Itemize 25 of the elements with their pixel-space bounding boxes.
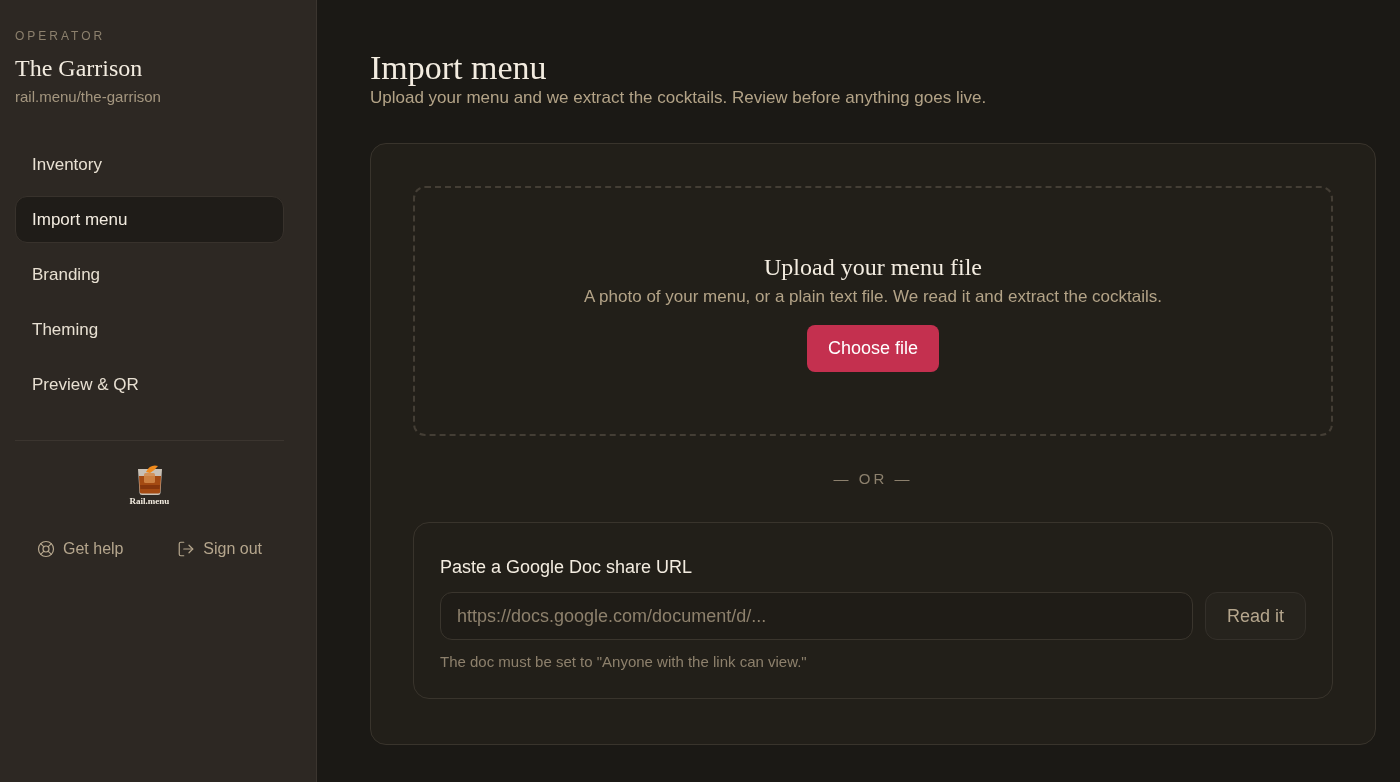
get-help-link[interactable]: Get help bbox=[37, 537, 124, 561]
page-subtitle: Upload your menu and we extract the cocktails. Review before anything goes live. bbox=[370, 87, 988, 109]
nav-item[interactable]: Import menu bbox=[15, 196, 284, 243]
upload-title: Upload your menu file bbox=[764, 252, 982, 282]
logo-wordmark: Rail.menu bbox=[129, 495, 170, 507]
sign-out-link[interactable]: Sign out bbox=[177, 537, 262, 561]
sidebar-eyebrow: OPERATOR bbox=[15, 28, 107, 44]
upload-dropzone[interactable]: Upload your menu file A photo of your menu, or a plain text file. We read it and extract the cocktails. Choose file bbox=[413, 186, 1333, 436]
url-input-field[interactable]: https://docs.google.com/document/d/... bbox=[440, 592, 1193, 640]
nav-item[interactable]: Theming bbox=[15, 306, 284, 353]
or-separator: — OR — bbox=[833, 469, 913, 489]
venue-name: The Garrison bbox=[15, 54, 144, 83]
read-it-button[interactable]: Read it bbox=[1205, 592, 1306, 640]
page-title: Import menu bbox=[370, 48, 548, 88]
nav-item[interactable]: Branding bbox=[15, 251, 284, 298]
choose-file-button[interactable]: Choose file bbox=[806, 324, 940, 372]
google-doc-hint: The doc must be set to "Anyone with the link can view." bbox=[440, 652, 808, 672]
sign-out-icon bbox=[177, 540, 196, 558]
nav-item[interactable]: Inventory bbox=[15, 141, 284, 188]
nav-item[interactable]: Preview & QR bbox=[15, 361, 284, 408]
upload-description: A photo of your menu, or a plain text file. We read it and extract the cocktails. bbox=[584, 285, 1162, 308]
google-doc-label: Paste a Google Doc share URL bbox=[440, 556, 694, 579]
venue-url: rail.menu/the-garrison bbox=[15, 87, 162, 107]
lifebuoy-icon bbox=[37, 540, 55, 558]
cocktail-glass-icon bbox=[135, 463, 164, 495]
